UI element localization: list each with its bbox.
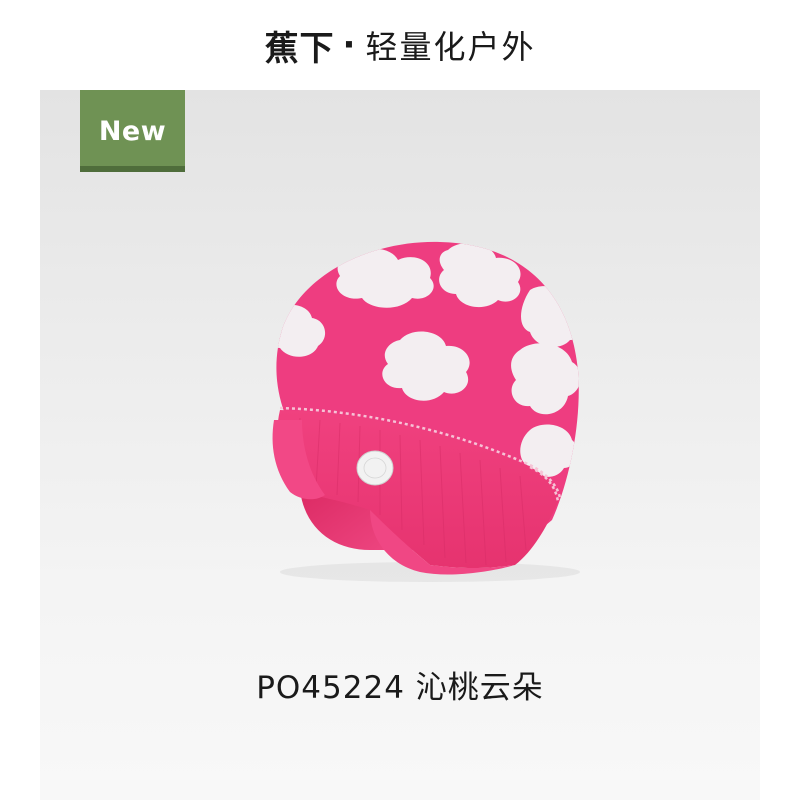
brand-name: 蕉下 (264, 28, 335, 69)
product-page: 蕉下 · 轻量化户外 New PO45224 沁桃云朵 (0, 0, 800, 800)
logo-patch-icon (356, 450, 394, 486)
brand-header: 蕉下 · 轻量化户外 (0, 0, 800, 90)
product-name: 沁桃云朵 (415, 670, 544, 706)
product-image[interactable] (230, 220, 610, 590)
new-badge: New (80, 90, 185, 172)
brand-separator: · (342, 25, 356, 65)
product-code: PO45224 (256, 670, 405, 706)
product-image-panel: New PO45224 沁桃云朵 (40, 90, 760, 800)
product-caption: PO45224 沁桃云朵 (40, 662, 760, 707)
brand-slogan: 轻量化户外 (365, 28, 536, 66)
